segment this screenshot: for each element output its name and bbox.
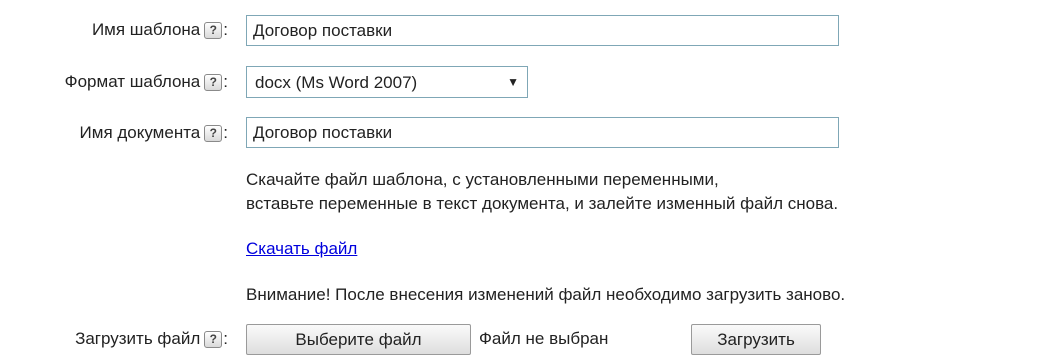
help-icon[interactable]: ? [204,124,223,142]
template-format-label-group: Формат шаблона ? : [65,72,228,92]
template-name-input[interactable]: Договор поставки [246,15,839,46]
file-status-text: Файл не выбран [479,329,609,348]
template-format-selected-value: docx (Ms Word 2007) [255,72,418,92]
help-icon[interactable]: ? [204,73,223,91]
template-name-label-group: Имя шаблона ? : [92,20,228,40]
choose-file-button[interactable]: Выберите файл [246,324,471,355]
document-name-input[interactable]: Договор поставки [246,117,839,148]
label-colon: : [223,20,228,39]
template-name-label: Имя шаблона [91,20,201,39]
document-name-label-group: Имя документа ? : [80,123,228,143]
template-format-select[interactable]: docx (Ms Word 2007) ▼ [246,66,528,98]
upload-label-group: Загрузить файл ? : [75,329,228,349]
dropdown-arrow-icon: ▼ [507,74,519,89]
warning-text: Внимание! После внесения изменений файл … [246,285,846,304]
help-icon[interactable]: ? [204,330,223,348]
label-colon: : [223,72,228,91]
help-icon[interactable]: ? [204,21,223,39]
instructions-line-2: вставьте переменные в текст документа, и… [246,194,839,213]
upload-label: Загрузить файл [75,329,201,348]
upload-button[interactable]: Загрузить [691,324,821,355]
template-format-label: Формат шаблона [64,72,201,91]
document-name-label: Имя документа [79,123,201,142]
instructions-line-1: Скачайте файл шаблона, с установленными … [246,170,719,189]
label-colon: : [223,123,228,142]
label-colon: : [223,329,228,348]
download-file-link[interactable]: Скачать файл [246,239,357,259]
